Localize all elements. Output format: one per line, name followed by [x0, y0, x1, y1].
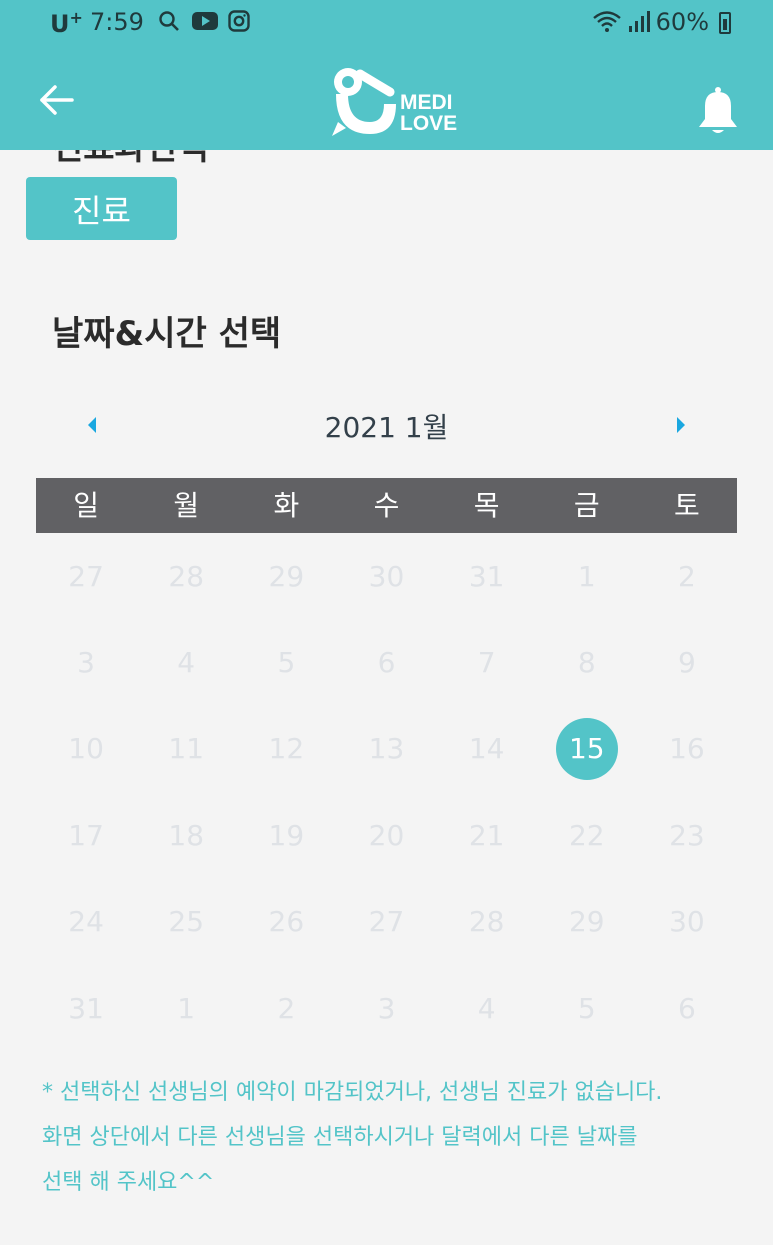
calendar-day[interactable]: 25: [136, 879, 236, 965]
medilove-logo: MEDI LOVE: [330, 64, 457, 138]
weekday-sun: 일: [73, 489, 99, 522]
calendar-day[interactable]: 30: [336, 533, 436, 619]
booking-content: 진료과선택 진료 날짜&시간 선택 2021 1월 일 월 화 수 목 금 토 …: [0, 150, 773, 1245]
calendar-day[interactable]: 26: [236, 879, 336, 965]
calendar-day[interactable]: 6: [637, 965, 737, 1051]
signal-icon: [629, 11, 650, 32]
date-time-title: 날짜&시간 선택: [52, 314, 282, 354]
calendar-day[interactable]: 7: [437, 619, 537, 705]
calendar-day[interactable]: 27: [336, 879, 436, 965]
scrolled-section-title: 진료과선택: [52, 150, 208, 169]
calendar-week: 31 1 2 3 4 5 6: [36, 965, 737, 1051]
calendar-day[interactable]: 2: [236, 965, 336, 1051]
calendar-week: 17 18 19 20 21 22 23: [36, 792, 737, 878]
calendar-day[interactable]: 30: [637, 879, 737, 965]
weekday-wed: 수: [373, 489, 400, 522]
month-navigation: 2021 1월: [36, 400, 737, 450]
calendar-week: 24 25 26 27 28 29 30: [36, 879, 737, 965]
department-button[interactable]: 진료: [26, 177, 177, 240]
youtube-icon: [192, 12, 218, 30]
calendar-day[interactable]: 18: [136, 792, 236, 878]
weekday-thu: 목: [473, 489, 500, 522]
calendar-day[interactable]: 6: [336, 619, 436, 705]
calendar-day[interactable]: 2: [637, 533, 737, 619]
calendar-day[interactable]: 4: [136, 619, 236, 705]
calendar-day[interactable]: 31: [36, 965, 136, 1051]
calendar-day[interactable]: 16: [637, 706, 737, 792]
notification-button[interactable]: [696, 86, 740, 136]
search-icon: [159, 11, 179, 31]
calendar-day[interactable]: 29: [236, 533, 336, 619]
calendar-week: 3 4 5 6 7 8 9: [36, 619, 737, 705]
calendar-day[interactable]: 19: [236, 792, 336, 878]
calendar-day[interactable]: 5: [537, 965, 637, 1051]
calendar-day[interactable]: 9: [637, 619, 737, 705]
weekday-sat: 토: [674, 489, 700, 522]
notice-line: * 선택하신 선생님의 예약이 마감되었거나, 선생님 진료가 없습니다.: [42, 1080, 663, 1105]
carrier-label: U+: [50, 8, 83, 38]
calendar-day[interactable]: 28: [437, 879, 537, 965]
calendar-day[interactable]: 8: [537, 619, 637, 705]
battery-icon: [719, 12, 731, 34]
caret-right-icon: [677, 417, 685, 433]
arrow-left-icon: [40, 85, 74, 115]
weekday-header: 일 월 화 수 목 금 토: [36, 478, 737, 533]
calendar-day[interactable]: 4: [437, 965, 537, 1051]
instagram-icon: [228, 10, 250, 32]
calendar-day[interactable]: 3: [36, 619, 136, 705]
calendar-day[interactable]: 29: [537, 879, 637, 965]
calendar-day[interactable]: 17: [36, 792, 136, 878]
logo-mark-icon: [332, 68, 396, 136]
weekday-fri: 금: [573, 489, 600, 522]
next-month-button[interactable]: [667, 412, 693, 438]
calendar-day[interactable]: 24: [36, 879, 136, 965]
calendar-day[interactable]: 23: [637, 792, 737, 878]
wifi-icon: [593, 11, 621, 32]
battery-percent: 60%: [655, 8, 709, 36]
calendar-day[interactable]: 1: [537, 533, 637, 619]
logo-text-love: LOVE: [400, 112, 458, 135]
calendar-day[interactable]: 3: [336, 965, 436, 1051]
notice-line: 선택 해 주세요^^: [42, 1170, 215, 1195]
calendar-day[interactable]: 10: [36, 706, 136, 792]
back-button[interactable]: [36, 80, 80, 120]
calendar-day[interactable]: 21: [437, 792, 537, 878]
calendar-day[interactable]: 31: [437, 533, 537, 619]
calendar-week: 10 11 12 13 14 15 16: [36, 706, 737, 792]
calendar-week: 27 28 29 30 31 1 2: [36, 533, 737, 619]
calendar-day[interactable]: 28: [136, 533, 236, 619]
status-time: 7:59: [90, 8, 144, 36]
app-header: U+ 7:59 60% MEDI LOVE: [0, 0, 773, 150]
calendar-day[interactable]: 12: [236, 706, 336, 792]
calendar-day[interactable]: 13: [336, 706, 436, 792]
status-bar: U+ 7:59 60%: [0, 0, 773, 48]
availability-notice: * 선택하신 선생님의 예약이 마감되었거나, 선생님 진료가 없습니다. 화면…: [42, 1070, 742, 1205]
calendar-day[interactable]: 22: [537, 792, 637, 878]
calendar-day[interactable]: 14: [437, 706, 537, 792]
logo-text-medi: MEDI: [400, 91, 453, 114]
calendar-day[interactable]: 1: [136, 965, 236, 1051]
weekday-mon: 월: [173, 489, 200, 522]
calendar-day-selected[interactable]: 15: [537, 706, 637, 792]
calendar-day[interactable]: 11: [136, 706, 236, 792]
calendar-day[interactable]: 20: [336, 792, 436, 878]
calendar-grid: 27 28 29 30 31 1 2 3 4 5 6 7 8 9 10 11 1…: [36, 533, 737, 1051]
month-label: 2021 1월: [324, 411, 449, 444]
weekday-tue: 화: [273, 489, 300, 522]
bell-icon: [699, 87, 737, 133]
calendar-day[interactable]: 27: [36, 533, 136, 619]
notice-line: 화면 상단에서 다른 선생님을 선택하시거나 달력에서 다른 날짜를: [42, 1125, 638, 1150]
calendar-day[interactable]: 5: [236, 619, 336, 705]
